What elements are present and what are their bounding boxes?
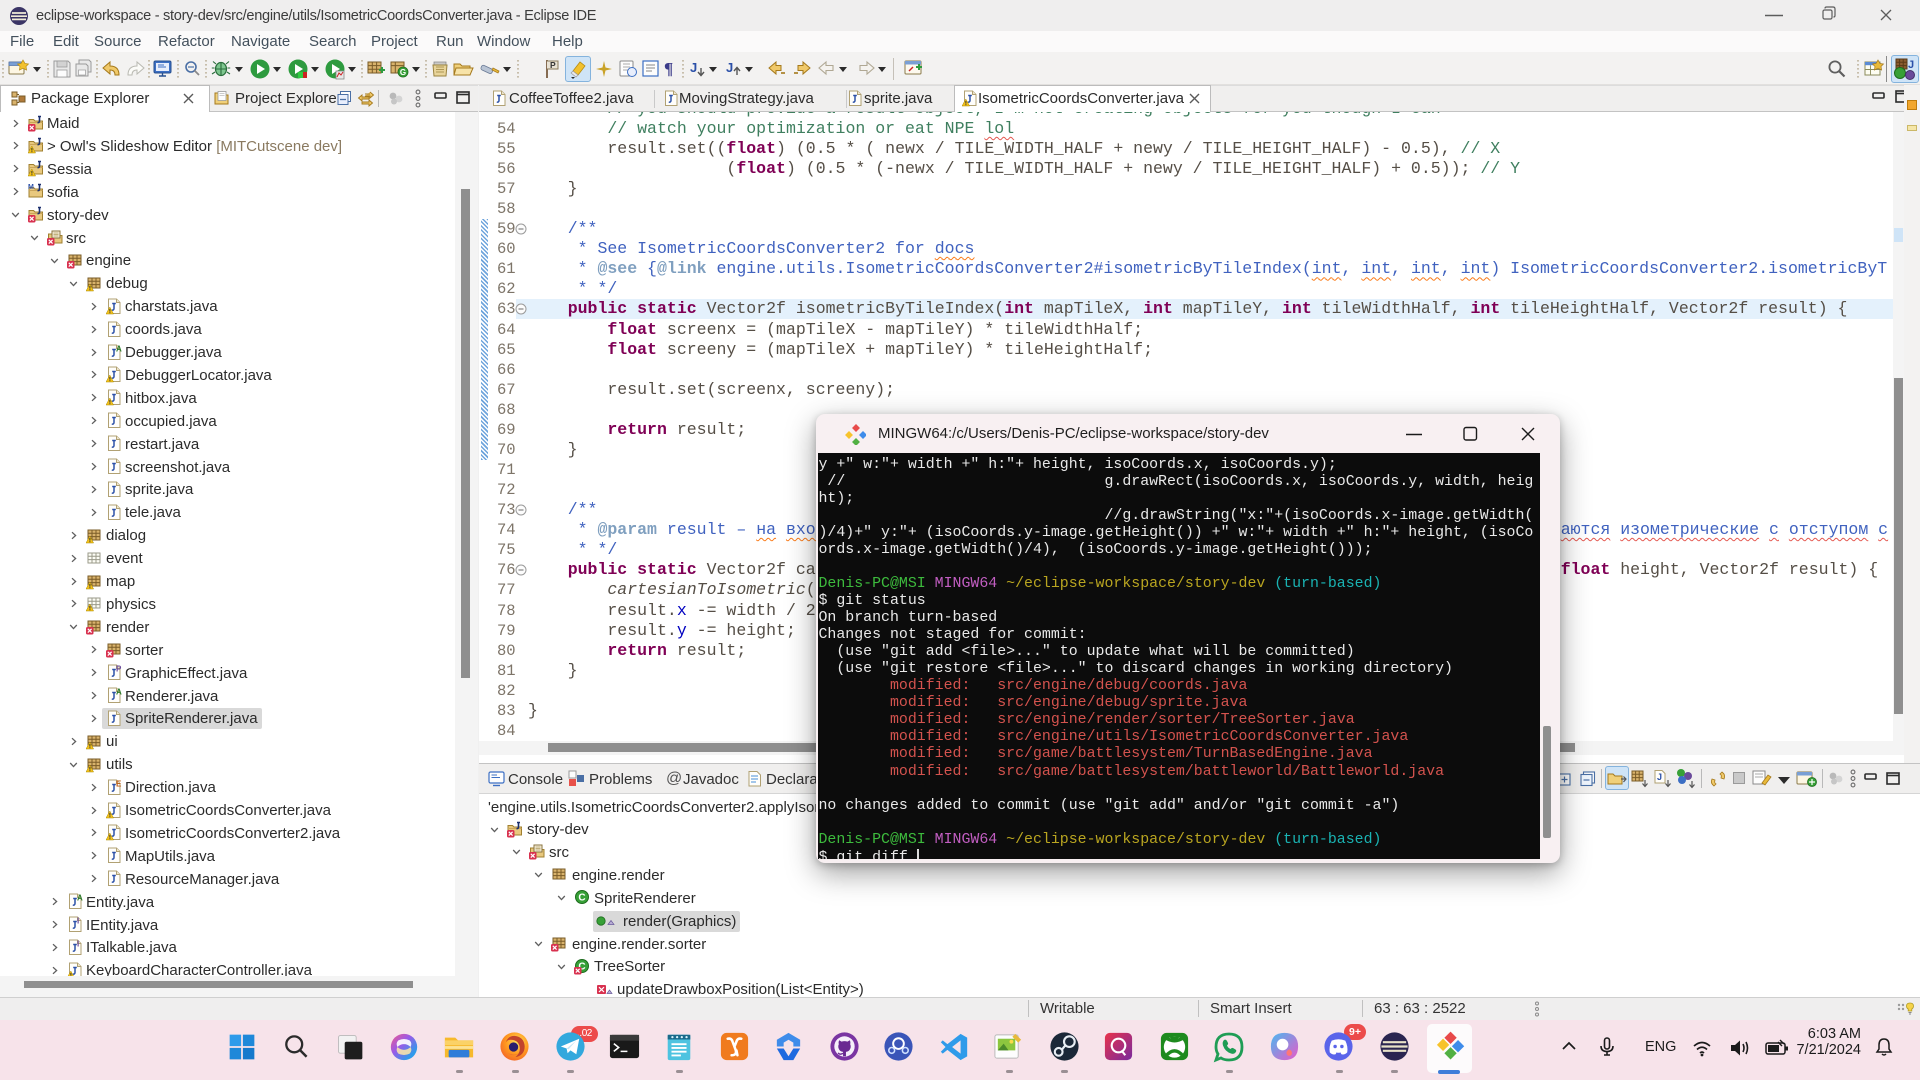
svg-text:A: A bbox=[116, 688, 122, 697]
svg-text:A: A bbox=[77, 894, 83, 903]
svg-text:A: A bbox=[116, 345, 122, 354]
svg-text:P: P bbox=[116, 665, 122, 674]
svg-text:C: C bbox=[578, 893, 585, 904]
svg-text:J: J bbox=[1908, 59, 1914, 71]
svg-text:I: I bbox=[77, 940, 79, 949]
svg-text:P: P bbox=[550, 60, 556, 70]
svg-text:J: J bbox=[726, 60, 733, 75]
svg-text:M: M bbox=[28, 184, 34, 191]
svg-text:J: J bbox=[1657, 772, 1662, 782]
svg-text:G: G bbox=[400, 68, 406, 77]
svg-text:J: J bbox=[690, 60, 697, 75]
svg-text:E: E bbox=[116, 780, 122, 789]
svg-text:I: I bbox=[77, 917, 79, 926]
